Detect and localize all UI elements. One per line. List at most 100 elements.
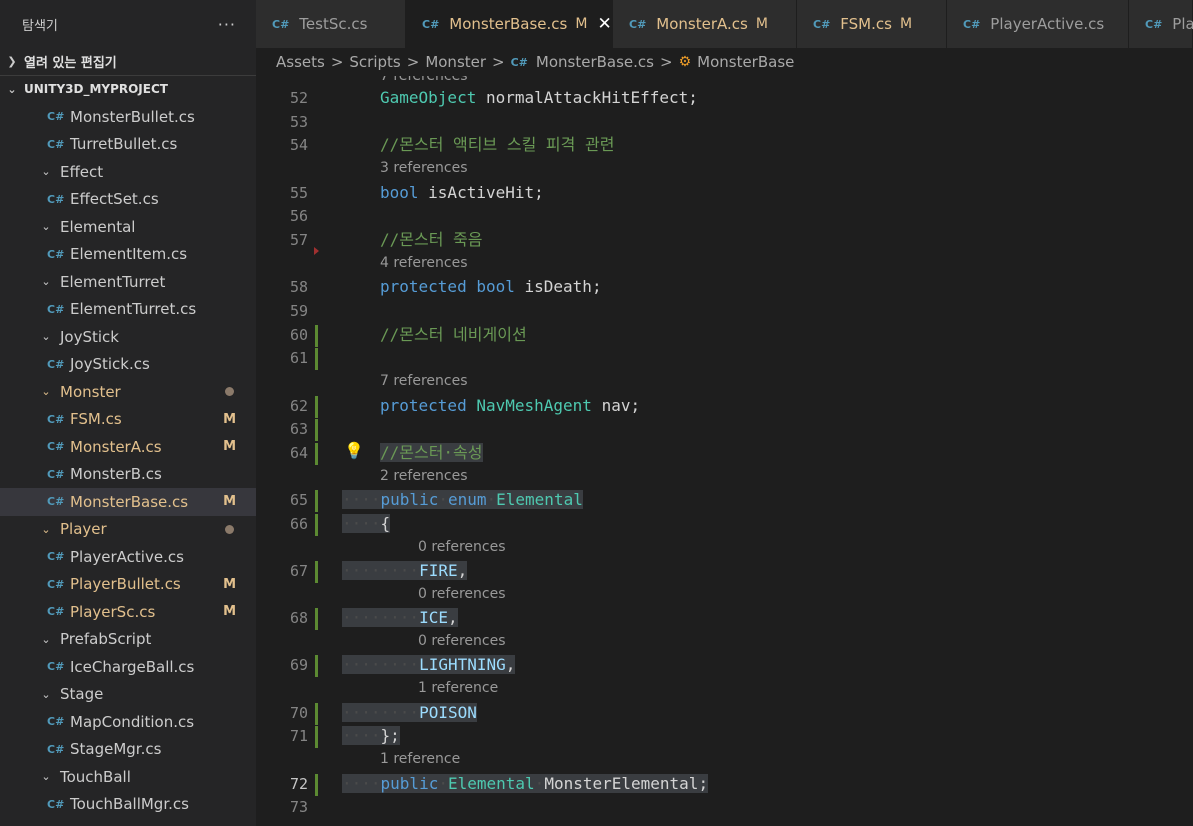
tree-file[interactable]: C# JoyStick.cs (0, 351, 256, 379)
code-token: protected (380, 277, 467, 297)
tree-folder[interactable]: ⌄ Stage (0, 681, 256, 709)
codelens-references[interactable]: 2 references (380, 466, 468, 486)
tree-folder[interactable]: ⌄ ElementTurret (0, 268, 256, 296)
codelens-references[interactable]: 3 references (380, 158, 468, 178)
code-token: MonsterElemental; (544, 773, 709, 793)
code-selection: ····{ (342, 513, 391, 533)
csharp-file-icon: C# (47, 357, 65, 371)
code-token: , (457, 561, 468, 580)
codelens-references[interactable]: 7 references (380, 371, 468, 391)
tree-file[interactable]: C# MapCondition.cs (0, 708, 256, 736)
open-editors-section[interactable]: ❯ 열려 있는 편집기 (0, 48, 256, 75)
tree-file[interactable]: C# PlayerSc.cs M (0, 598, 256, 626)
chevron-down-icon: ⌄ (7, 82, 17, 96)
codelens-references[interactable]: 4 references (380, 253, 468, 273)
tree-file[interactable]: C# PlayerBullet.cs M (0, 571, 256, 599)
tree-file[interactable]: C# MonsterA.cs M (0, 433, 256, 461)
tree-file[interactable]: C# MonsterBase.cs M (0, 488, 256, 516)
tree-file[interactable]: C# TurretBullet.cs (0, 131, 256, 159)
line-number: 70 (289, 703, 308, 722)
editor-tab[interactable]: C# MonsterBase.cs M ✕ (406, 0, 613, 48)
tree-file[interactable]: C# ElementTurret.cs (0, 296, 256, 324)
code-selection: ········FIRE, (342, 561, 468, 580)
code-text: protected NavMeshAgent nav; (380, 394, 640, 418)
csharp-file-icon: C# (47, 742, 65, 756)
code-line: 61 (256, 346, 1193, 371)
code-selection: //몬스터 네비게이션 (380, 325, 527, 344)
code-selection: ····public·enum·Elemental (342, 490, 583, 510)
tree-file[interactable]: C# StageMgr.cs (0, 736, 256, 764)
project-section[interactable]: ⌄ UNITY3D_MYPROJECT (0, 75, 256, 102)
csharp-file-icon: C# (813, 17, 831, 31)
code-line: 62 protected NavMeshAgent nav; (256, 394, 1193, 418)
close-icon[interactable]: ✕ (597, 14, 611, 34)
tree-file[interactable]: C# MonsterB.cs (0, 461, 256, 489)
crumb-assets[interactable]: Assets (276, 53, 325, 71)
tree-file[interactable]: C# PlayerActive.cs (0, 543, 256, 571)
chevron-down-icon: ⌄ (41, 220, 51, 234)
crumb-separator: > (406, 53, 420, 71)
code-editor[interactable]: 7 references 52 GameObject normalAttackHi… (256, 76, 1193, 826)
csharp-file-icon: C# (47, 467, 65, 481)
crumb-symbol[interactable]: MonsterBase (697, 53, 794, 71)
editor-tab[interactable]: C# FSM.cs M (797, 0, 947, 48)
csharp-file-icon: C# (47, 577, 65, 591)
codelens-references[interactable]: 1 reference (380, 749, 460, 769)
code-text: //몬스터 액티브 스킬 피격 관련 (380, 133, 614, 157)
chevron-down-icon: ⌄ (41, 385, 51, 399)
line-number: 67 (289, 562, 308, 580)
tree-folder[interactable]: ⌄ PrefabScript (0, 626, 256, 654)
chevron-down-icon: ⌄ (41, 165, 51, 179)
git-change-indicator (315, 324, 318, 347)
editor-tab[interactable]: C# MonsterA.cs M (613, 0, 797, 48)
code-token: //몬스터 죽음 (380, 230, 483, 249)
code-text: protected bool isDeath; (380, 275, 602, 299)
tab-modified-badge: M (899, 16, 913, 32)
crumb-scripts[interactable]: Scripts (349, 53, 400, 71)
csharp-file-icon: C# (47, 605, 65, 619)
tree-folder[interactable]: ⌄ JoyStick (0, 323, 256, 351)
tree-file[interactable]: C# EffectSet.cs (0, 186, 256, 214)
git-change-indicator (315, 490, 318, 513)
editor-tab[interactable]: C# TestSc.cs (256, 0, 406, 48)
csharp-file-icon: C# (47, 412, 65, 426)
crumb-file[interactable]: MonsterBase.cs (536, 53, 654, 71)
git-modified-badge: M (223, 604, 236, 620)
tree-folder[interactable]: ⌄ TouchBall (0, 763, 256, 791)
more-actions-icon[interactable]: ··· (218, 15, 236, 34)
editor-tab[interactable]: C# PlayerActive.cs (947, 0, 1129, 48)
explorer-title: 탐색기 (22, 18, 58, 34)
code-selection: ········ICE, (342, 608, 458, 628)
tree-file[interactable]: C# IceChargeBall.cs (0, 653, 256, 681)
csharp-file-icon: C# (47, 715, 65, 729)
code-text: ····{ (342, 512, 391, 536)
codelens-references[interactable]: 7 references (380, 76, 468, 86)
tree-file[interactable]: C# ElementItem.cs (0, 241, 256, 269)
codelens-references[interactable]: 1 reference (418, 678, 498, 698)
tree-folder[interactable]: ⌄ Player (0, 516, 256, 544)
chevron-down-icon: ⌄ (41, 275, 51, 289)
line-number: 54 (289, 136, 308, 155)
tab-label: MonsterA.cs (656, 15, 748, 33)
codelens-references[interactable]: 0 references (418, 631, 506, 651)
tree-file[interactable]: C# MonsterBullet.cs (0, 103, 256, 131)
crumb-monster[interactable]: Monster (425, 53, 486, 71)
code-text: ····public·enum·Elemental (342, 488, 583, 512)
git-change-indicator (315, 419, 318, 442)
tree-folder[interactable]: ⌄ Elemental (0, 213, 256, 241)
tree-file[interactable]: C# TouchBallMgr.cs (0, 791, 256, 819)
tree-file[interactable]: C# FSM.cs M (0, 406, 256, 434)
codelens-references[interactable]: 0 references (418, 584, 506, 604)
code-token: protected (380, 395, 467, 415)
code-line: 69 ········LIGHTNING, (256, 653, 1193, 678)
tree-folder[interactable]: ⌄ Monster (0, 378, 256, 406)
code-token: isActiveHit; (418, 182, 544, 202)
editor-tab[interactable]: C# Play (1129, 0, 1193, 48)
codelens-references[interactable]: 0 references (418, 537, 506, 557)
tree-item-label: TouchBallMgr.cs (70, 795, 189, 814)
csharp-file-icon: C# (47, 550, 65, 564)
crumb-separator: > (492, 53, 505, 71)
lightbulb-icon[interactable]: 💡 (344, 441, 364, 460)
code-token: //몬스터 네비게이션 (380, 324, 527, 344)
tree-folder[interactable]: ⌄ Effect (0, 158, 256, 186)
